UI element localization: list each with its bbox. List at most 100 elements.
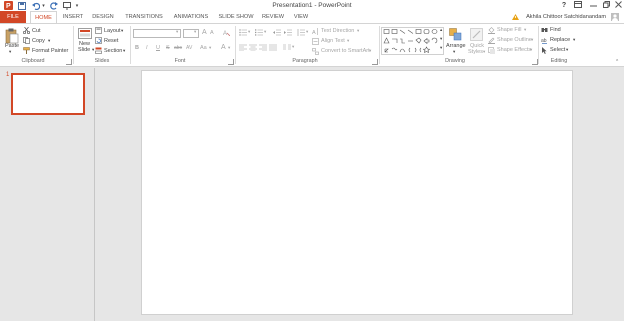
select-dropdown-icon[interactable]: ▾ [566, 47, 568, 53]
align-center-icon[interactable] [249, 44, 257, 52]
new-slide-icon[interactable] [78, 28, 92, 42]
shape-outline-dropdown-icon[interactable]: ▾ [531, 37, 533, 43]
collapse-ribbon-icon[interactable]: ⌃ [615, 59, 619, 65]
columns-icon[interactable] [283, 44, 291, 51]
change-case-dropdown-icon[interactable]: ▾ [209, 45, 211, 51]
layout-dropdown-icon[interactable]: ▾ [121, 28, 123, 34]
cut-button[interactable]: Cut [32, 28, 41, 34]
tab-review[interactable]: REVIEW [260, 11, 286, 23]
replace-dropdown-icon[interactable]: ▾ [573, 37, 575, 43]
layout-icon[interactable] [95, 27, 102, 34]
underline-button[interactable]: U [156, 45, 160, 51]
replace-button[interactable]: Replace [550, 37, 570, 43]
shape-fill-icon[interactable] [488, 27, 495, 34]
font-color-button[interactable]: A [221, 44, 226, 51]
font-launcher-icon[interactable] [228, 59, 234, 65]
font-name-combobox[interactable] [133, 29, 181, 38]
columns-dropdown-icon[interactable]: ▾ [292, 44, 294, 50]
restore-window-icon[interactable] [600, 1, 612, 10]
section-dropdown-icon[interactable]: ▾ [123, 48, 125, 54]
slide-canvas[interactable] [141, 70, 573, 315]
format-painter-icon[interactable] [23, 47, 30, 54]
quick-styles-icon[interactable] [470, 28, 483, 43]
clear-formatting-icon[interactable]: A [223, 29, 231, 37]
shape-effects-dropdown-icon[interactable]: ▾ [530, 47, 532, 53]
reset-icon[interactable] [95, 37, 102, 44]
close-icon[interactable] [612, 1, 624, 10]
quick-styles-label-2[interactable]: Styles [468, 49, 483, 55]
character-spacing-button[interactable]: AV [186, 45, 192, 51]
bold-button[interactable]: B [135, 45, 139, 51]
copy-dropdown-icon[interactable]: ▾ [48, 38, 50, 44]
shape-effects-button[interactable]: Shape Effects [497, 47, 531, 53]
font-name-dropdown-icon[interactable]: ▾ [176, 29, 178, 35]
copy-icon[interactable] [23, 37, 30, 44]
font-size-dropdown-icon[interactable]: ▾ [194, 29, 196, 35]
shape-fill-button[interactable]: Shape Fill [497, 27, 521, 33]
format-painter-button[interactable]: Format Painter [32, 48, 68, 54]
paste-dropdown-icon[interactable]: ▾ [9, 49, 11, 55]
scissors-icon[interactable] [22, 26, 31, 35]
arrange-dropdown-icon[interactable]: ▾ [453, 49, 455, 55]
minimize-icon[interactable] [587, 1, 599, 10]
italic-button[interactable]: I [146, 45, 148, 51]
section-button[interactable]: Section [104, 48, 122, 54]
slide-thumbnail[interactable] [11, 73, 85, 115]
increase-indent-icon[interactable] [284, 29, 292, 36]
reset-button[interactable]: Reset [104, 38, 118, 44]
grow-font-button[interactable]: A [202, 29, 207, 36]
tab-insert[interactable]: INSERT [60, 11, 86, 23]
shape-fill-dropdown-icon[interactable]: ▾ [524, 27, 526, 33]
decrease-indent-icon[interactable] [273, 29, 281, 36]
line-spacing-dropdown-icon[interactable]: ▾ [306, 29, 308, 35]
arrange-icon[interactable] [449, 28, 462, 43]
align-left-icon[interactable] [239, 44, 247, 52]
paste-button[interactable]: Paste [5, 43, 19, 49]
shapes-scroll-down-icon[interactable]: ▾ [440, 36, 442, 42]
copy-button[interactable]: Copy [32, 38, 45, 44]
tab-file[interactable]: FILE [0, 11, 26, 23]
line-spacing-icon[interactable] [297, 29, 305, 36]
change-case-button[interactable]: Aa [200, 45, 207, 51]
text-direction-dropdown-icon[interactable]: ▾ [357, 28, 359, 34]
section-icon[interactable] [95, 47, 102, 54]
find-icon[interactable] [541, 27, 548, 34]
align-right-icon[interactable] [259, 44, 267, 52]
shapes-more-icon[interactable]: ▾ [440, 45, 442, 51]
help-button[interactable]: ? [558, 1, 570, 10]
ribbon-display-options-icon[interactable] [572, 1, 584, 10]
select-button[interactable]: Select [550, 47, 565, 53]
smartart-icon[interactable] [312, 48, 319, 55]
font-size-combobox[interactable] [183, 29, 199, 38]
tab-slide-show[interactable]: SLIDE SHOW [217, 11, 255, 23]
font-color-dropdown-icon[interactable]: ▾ [228, 45, 230, 51]
new-slide-label-2[interactable]: Slide [78, 47, 90, 53]
tab-design[interactable]: DESIGN [90, 11, 116, 23]
numbering-dropdown-icon[interactable]: ▾ [264, 29, 266, 35]
avatar-icon[interactable] [611, 13, 619, 23]
clipboard-launcher-icon[interactable] [66, 59, 72, 65]
user-name[interactable]: Akhila Chittoor Satchidanandam [526, 11, 606, 23]
bullets-dropdown-icon[interactable]: ▾ [248, 29, 250, 35]
shape-outline-button[interactable]: Shape Outline [497, 37, 532, 43]
find-button[interactable]: Find [550, 27, 561, 33]
tab-view[interactable]: VIEW [290, 11, 312, 23]
convert-to-smartart-button[interactable]: Convert to SmartArt [321, 48, 370, 54]
shrink-font-button[interactable]: A [210, 30, 214, 36]
replace-icon[interactable]: ab [541, 37, 548, 44]
select-cursor-icon[interactable] [541, 47, 548, 54]
shadow-text-button[interactable]: S [166, 45, 170, 51]
text-direction-icon[interactable]: A [312, 28, 319, 36]
align-text-dropdown-icon[interactable]: ▾ [347, 38, 349, 44]
tab-animations[interactable]: ANIMATIONS [170, 11, 212, 23]
text-direction-button[interactable]: Text Direction [321, 28, 354, 34]
align-text-icon[interactable] [312, 38, 319, 45]
shapes-scroll-up-icon[interactable]: ▴ [440, 27, 442, 33]
shape-effects-icon[interactable] [488, 47, 495, 54]
layout-button[interactable]: Layout [104, 28, 121, 34]
arrange-button[interactable]: Arrange [446, 43, 466, 49]
justify-icon[interactable] [269, 44, 277, 52]
numbering-icon[interactable] [255, 29, 263, 36]
smartart-dropdown-icon[interactable]: ▾ [369, 48, 371, 54]
new-slide-dropdown-icon[interactable]: ▾ [92, 47, 94, 53]
